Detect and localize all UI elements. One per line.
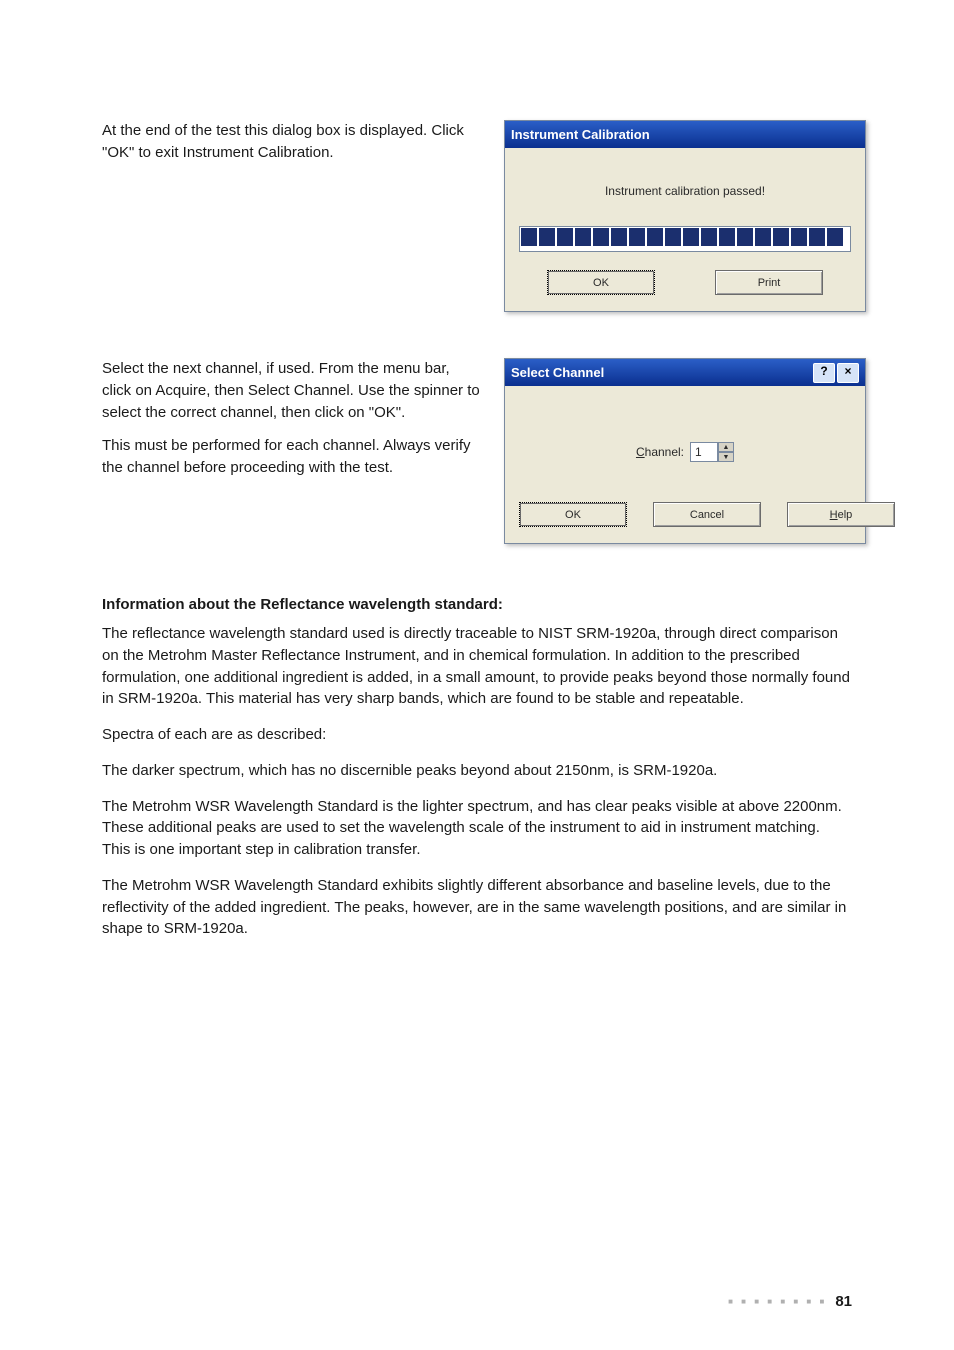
- progress-block: [593, 228, 609, 246]
- paragraph-calibration-passed: At the end of the test this dialog box i…: [102, 120, 482, 164]
- dialog1-message: Instrument calibration passed!: [519, 184, 851, 198]
- dialog2-title: Select Channel: [511, 365, 813, 380]
- help-icon[interactable]: ?: [813, 363, 835, 383]
- close-icon[interactable]: ×: [837, 363, 859, 383]
- progress-block: [683, 228, 699, 246]
- info-p4: The Metrohm WSR Wavelength Standard is t…: [102, 796, 852, 861]
- page-footer: ■ ■ ■ ■ ■ ■ ■ ■ 81: [728, 1293, 852, 1310]
- print-button[interactable]: Print: [715, 270, 823, 295]
- progress-block: [737, 228, 753, 246]
- dialog-instrument-calibration: Instrument Calibration Instrument calibr…: [504, 120, 866, 312]
- dialog-select-channel: Select Channel ? × Channel: 1: [504, 358, 866, 544]
- page-number: 81: [835, 1293, 852, 1310]
- help-button-accel: H: [830, 509, 838, 521]
- progress-block: [719, 228, 735, 246]
- info-p5: The Metrohm WSR Wavelength Standard exhi…: [102, 875, 852, 940]
- info-p2: Spectra of each are as described:: [102, 724, 852, 746]
- progress-block: [827, 228, 843, 246]
- progress-block: [575, 228, 591, 246]
- progress-block: [701, 228, 717, 246]
- help-button-rest: elp: [838, 509, 853, 521]
- cancel-button[interactable]: Cancel: [653, 502, 761, 527]
- info-heading: Information about the Reflectance wavele…: [102, 596, 852, 613]
- progress-block: [755, 228, 771, 246]
- progress-block: [557, 228, 573, 246]
- help-button[interactable]: Help: [787, 502, 895, 527]
- progress-block: [611, 228, 627, 246]
- progress-block: [629, 228, 645, 246]
- channel-input[interactable]: 1: [690, 442, 718, 462]
- progress-block: [809, 228, 825, 246]
- info-p3: The darker spectrum, which has no discer…: [102, 760, 852, 782]
- progress-block: [773, 228, 789, 246]
- paragraph-select-channel-1: Select the next channel, if used. From t…: [102, 358, 482, 423]
- dialog1-title: Instrument Calibration: [511, 127, 859, 142]
- spinner-up-icon[interactable]: ▲: [718, 442, 734, 452]
- dialog1-titlebar[interactable]: Instrument Calibration: [505, 121, 865, 148]
- info-p1: The reflectance wavelength standard used…: [102, 623, 852, 710]
- paragraph-select-channel-2: This must be performed for each channel.…: [102, 435, 482, 479]
- channel-label: Channel:: [636, 445, 684, 459]
- ok-button[interactable]: OK: [547, 270, 655, 295]
- ok-button[interactable]: OK: [519, 502, 627, 527]
- footer-dots-icon: ■ ■ ■ ■ ■ ■ ■ ■: [728, 1297, 827, 1306]
- channel-label-accel: C: [636, 445, 645, 459]
- spinner-down-icon[interactable]: ▼: [718, 452, 734, 462]
- channel-label-rest: hannel:: [645, 445, 684, 459]
- progress-block: [665, 228, 681, 246]
- progress-block: [647, 228, 663, 246]
- progress-block: [539, 228, 555, 246]
- dialog2-titlebar[interactable]: Select Channel ? ×: [505, 359, 865, 386]
- progress-block: [521, 228, 537, 246]
- progress-bar: [519, 226, 851, 252]
- progress-block: [791, 228, 807, 246]
